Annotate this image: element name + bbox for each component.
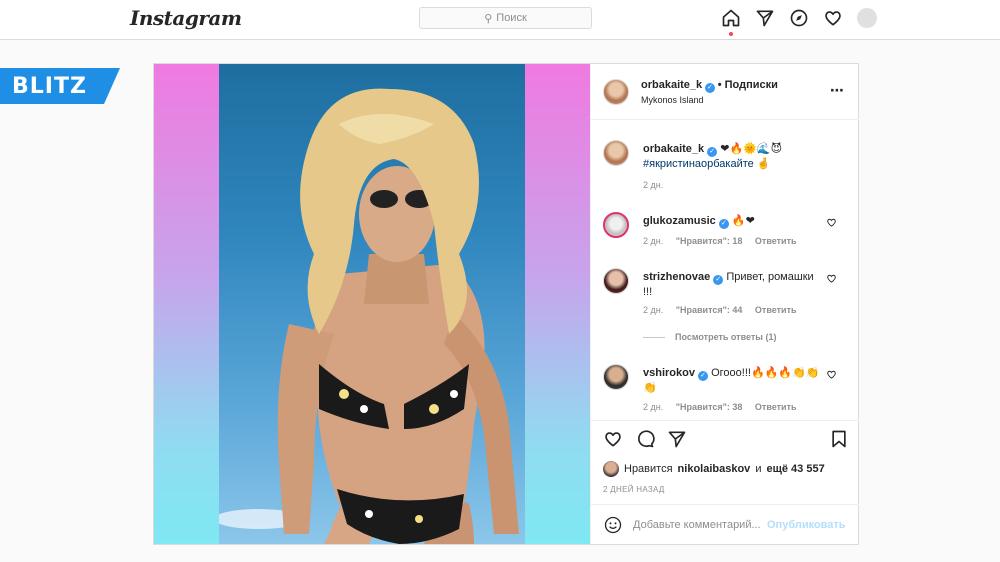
verified-icon: ✓ <box>713 275 724 285</box>
verified-icon: ✓ <box>718 219 729 229</box>
caption-hashtag[interactable]: #якристинаорбакайте <box>643 158 754 170</box>
likes-count[interactable]: ещё 43 557 <box>766 463 824 475</box>
verified-icon: ✓ <box>704 83 715 93</box>
comment-text: vshirokov ✓ Огооо!!!🔥🔥🔥👏👏👏 <box>643 366 823 396</box>
home-icon[interactable] <box>720 7 742 36</box>
explore-icon[interactable] <box>788 7 810 29</box>
like-comment-heart-icon[interactable] <box>826 217 837 228</box>
comment-likes[interactable]: "Нравится": 38 <box>676 402 743 412</box>
comment-username[interactable]: strizhenovae <box>643 271 710 283</box>
comment-likes[interactable]: "Нравится": 44 <box>676 305 743 315</box>
caption-emojis: ❤🔥🌞🌊😈 <box>720 143 783 155</box>
comment-meta: 2 дн. "Нравится": 44 Ответить <box>643 305 797 315</box>
comment-body: 🔥❤ <box>731 215 755 227</box>
commenter-avatar[interactable] <box>603 364 629 390</box>
share-icon[interactable] <box>667 429 687 449</box>
active-indicator <box>729 32 733 36</box>
like-heart-icon[interactable] <box>603 429 623 449</box>
comment-text: strizhenovae ✓ Привет, ромашки !!! <box>643 270 823 300</box>
comment-meta: 2 дн. "Нравится": 18 Ответить <box>643 236 797 246</box>
replies-divider <box>643 336 665 338</box>
comment-text: glukozamusic ✓ 🔥❤ <box>643 214 823 229</box>
publish-button[interactable]: Опубликовать <box>767 519 846 531</box>
comment-bubble-icon[interactable] <box>635 429 655 449</box>
comment-time[interactable]: 2 дн. <box>643 305 663 315</box>
comment-likes[interactable]: "Нравится": 18 <box>676 236 743 246</box>
commenter-avatar[interactable] <box>603 268 629 294</box>
author-username[interactable]: orbakaite_k <box>641 79 702 91</box>
search-input[interactable]: ⚲ Поиск <box>419 7 592 29</box>
post-photo[interactable] <box>219 64 525 544</box>
caption-time[interactable]: 2 дн. <box>643 180 663 190</box>
blitz-logo-text: BLITZ <box>12 74 87 99</box>
comments-list[interactable]: orbakaite_k ✓ ❤🔥🌞🌊😈 #якристинаорбакайте … <box>591 120 859 420</box>
comment-meta: 2 дн. "Нравится": 38 Ответить <box>643 402 797 412</box>
comment-username[interactable]: glukozamusic <box>643 215 716 227</box>
instagram-post: orbakaite_k ✓ • Подписки Mykonos Island … <box>153 63 859 545</box>
verified-icon: ✓ <box>707 147 718 157</box>
liker-avatar[interactable] <box>603 461 619 477</box>
nav-icons <box>720 7 878 36</box>
verified-icon: ✓ <box>698 371 709 381</box>
direct-icon[interactable] <box>754 7 776 29</box>
reply-button[interactable]: Ответить <box>755 236 797 246</box>
liker-username[interactable]: nikolaibaskov <box>678 463 751 475</box>
photo-illustration <box>219 88 519 544</box>
save-bookmark-icon[interactable] <box>829 429 849 452</box>
post-media-background <box>154 64 590 544</box>
instagram-logo[interactable]: Instagram <box>130 6 242 30</box>
post-date[interactable]: 2 ДНЕЙ НАЗАД <box>603 485 665 494</box>
top-navigation-bar: Instagram ⚲ Поиск <box>0 0 1000 40</box>
post-actions: Нравится nikolaibaskov и ещё 43 557 2 ДН… <box>591 420 859 544</box>
caption-text: orbakaite_k ✓ ❤🔥🌞🌊😈 #якристинаорбакайте … <box>643 142 823 172</box>
emoji-icon[interactable] <box>603 515 623 535</box>
blitz-logo-badge: BLITZ <box>0 68 120 104</box>
search-placeholder: Поиск <box>496 12 527 24</box>
likes-prefix: Нравится <box>624 463 673 475</box>
post-location[interactable]: Mykonos Island <box>641 95 704 105</box>
post-header: orbakaite_k ✓ • Подписки Mykonos Island … <box>591 64 859 120</box>
commenter-avatar[interactable] <box>603 212 629 238</box>
follow-status[interactable]: • Подписки <box>718 79 778 91</box>
profile-avatar[interactable] <box>856 7 878 29</box>
caption-hashtag-emoji: 🤞 <box>756 158 771 170</box>
author-avatar[interactable] <box>603 79 629 105</box>
activity-heart-icon[interactable] <box>822 7 844 29</box>
view-replies-label: Посмотреть ответы (1) <box>675 332 777 342</box>
caption-avatar[interactable] <box>603 140 629 166</box>
comment-time[interactable]: 2 дн. <box>643 236 663 246</box>
caption-username[interactable]: orbakaite_k <box>643 143 704 155</box>
comment-username[interactable]: vshirokov <box>643 367 695 379</box>
comment-input[interactable]: Добавьте комментарий... <box>633 519 767 531</box>
search-icon: ⚲ <box>484 12 493 25</box>
likes-summary: Нравится nikolaibaskov и ещё 43 557 <box>603 461 825 477</box>
comment-time[interactable]: 2 дн. <box>643 402 663 412</box>
like-comment-heart-icon[interactable] <box>826 273 837 284</box>
likes-and: и <box>755 463 762 475</box>
post-sidebar: orbakaite_k ✓ • Подписки Mykonos Island … <box>590 64 859 544</box>
like-comment-heart-icon[interactable] <box>826 369 837 380</box>
action-icons <box>603 429 687 449</box>
reply-button[interactable]: Ответить <box>755 305 797 315</box>
reply-button[interactable]: Ответить <box>755 402 797 412</box>
view-replies-button[interactable]: Посмотреть ответы (1) <box>643 332 776 342</box>
add-comment-bar: Добавьте комментарий... Опубликовать <box>591 504 859 545</box>
more-options-icon[interactable]: ⋯ <box>830 82 845 99</box>
